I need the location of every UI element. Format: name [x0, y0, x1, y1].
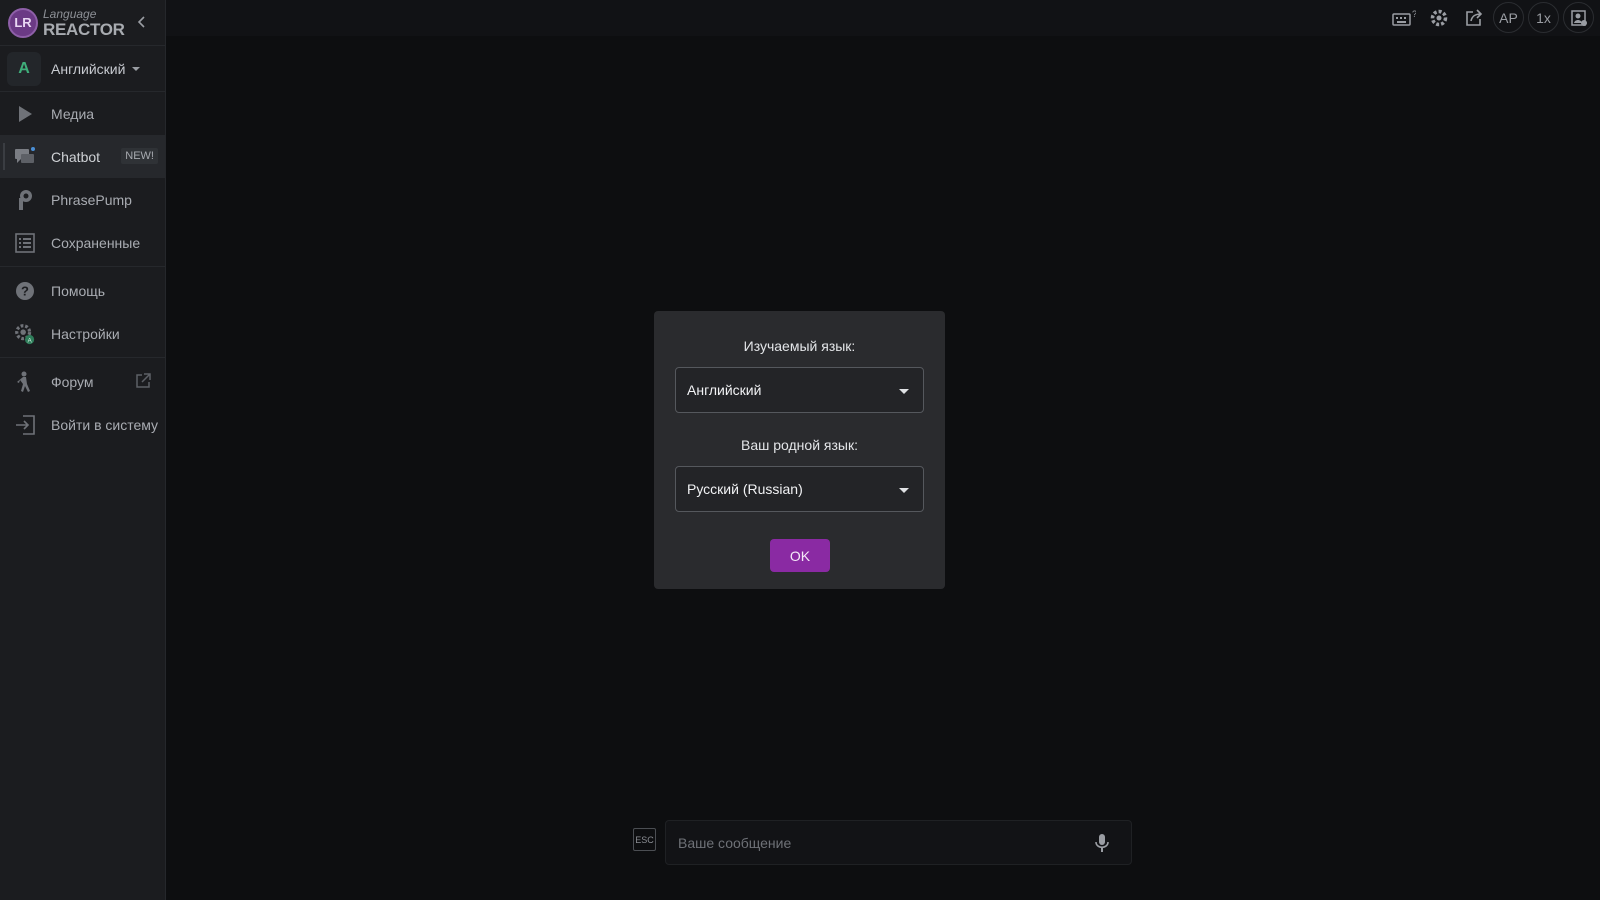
sidebar-item-label: Форум: [51, 373, 94, 390]
list-icon: [14, 232, 36, 254]
divider: [0, 266, 165, 267]
target-language-value: Английский: [687, 382, 762, 398]
logo-small-text: Language: [43, 6, 97, 21]
forum-person-icon: [14, 371, 36, 393]
message-input[interactable]: [678, 821, 1088, 864]
chevron-left-icon: [137, 16, 145, 28]
divider: [0, 357, 165, 358]
playback-speed-button[interactable]: 1x: [1528, 2, 1559, 33]
svg-text:?: ?: [1412, 9, 1416, 19]
sidebar-item-label: Настройки: [51, 325, 120, 342]
phrasepump-icon: [14, 189, 36, 211]
help-icon: ?: [14, 280, 36, 302]
message-box: [665, 820, 1132, 865]
chat-icon: [14, 146, 36, 168]
microphone-icon: [1095, 834, 1109, 852]
sidebar-item-label: Помощь: [51, 282, 106, 299]
gear-icon: [1430, 9, 1447, 26]
share-icon: [1465, 8, 1482, 26]
logo-badge: LR: [8, 7, 38, 38]
language-avatar: A: [7, 51, 41, 86]
caret-down-icon: [132, 66, 141, 71]
play-icon: [14, 103, 36, 125]
sidebar-item-label: Войти в систему: [51, 416, 159, 433]
svg-text:?: ?: [21, 283, 29, 298]
target-language-label: Изучаемый язык:: [743, 338, 856, 354]
logo-big-text: REACTOR: [43, 19, 125, 39]
sidebar-item-label: Сохраненные: [51, 234, 141, 251]
top-bar: ? AP 1x: [166, 0, 1600, 36]
profile-button[interactable]: [1563, 2, 1594, 33]
target-language-select[interactable]: Английский: [675, 367, 924, 413]
sidebar-item-chatbot[interactable]: Chatbot NEW!: [0, 135, 165, 178]
svg-text:A: A: [27, 337, 32, 344]
sidebar-item-phrasepump[interactable]: PhrasePump: [0, 178, 165, 221]
native-language-select[interactable]: Русский (Russian): [675, 466, 924, 512]
dropdown-arrow-icon: [899, 389, 909, 394]
top-toolbar: ? AP 1x: [1388, 2, 1594, 33]
sidebar-item-settings[interactable]: A Настройки: [0, 312, 165, 355]
logo-text: Language REACTOR: [43, 8, 125, 38]
new-badge: NEW!: [121, 148, 158, 164]
native-language-value: Русский (Russian): [687, 481, 803, 497]
sidebar-item-label: Chatbot: [51, 148, 101, 165]
keyboard-shortcuts-button[interactable]: ?: [1388, 2, 1419, 33]
language-name: Английский: [51, 60, 126, 77]
language-setup-dialog: Изучаемый язык: Английский Ваш родной яз…: [654, 311, 945, 589]
external-link-icon: [135, 373, 151, 392]
collapse-sidebar-button[interactable]: [133, 13, 151, 31]
logo-row: LR Language REACTOR: [0, 0, 165, 46]
sidebar-item-label: Медиа: [51, 105, 95, 122]
language-selector[interactable]: A Английский: [0, 46, 165, 92]
dropdown-arrow-icon: [899, 488, 909, 493]
esc-key-hint[interactable]: ESC: [633, 828, 656, 851]
sidebar-item-label: PhrasePump: [51, 191, 132, 208]
keyboard-help-icon: ?: [1391, 9, 1416, 26]
sidebar-item-saved[interactable]: Сохраненные: [0, 221, 165, 264]
autopause-button[interactable]: AP: [1493, 2, 1524, 33]
sidebar-item-help[interactable]: ? Помощь: [0, 269, 165, 312]
native-language-label: Ваш родной язык:: [741, 437, 858, 453]
profile-card-icon: [1570, 9, 1587, 26]
gear-icon: A: [14, 323, 36, 345]
sidebar: LR Language REACTOR A Английский Медиа C…: [0, 0, 166, 900]
sidebar-item-login[interactable]: Войти в систему: [0, 403, 165, 446]
settings-button[interactable]: [1423, 2, 1454, 33]
share-button[interactable]: [1458, 2, 1489, 33]
ok-button[interactable]: OK: [770, 539, 830, 572]
microphone-button[interactable]: [1095, 833, 1109, 858]
sidebar-item-media[interactable]: Медиа: [0, 92, 165, 135]
sidebar-item-forum[interactable]: Форум: [0, 360, 165, 403]
login-icon: [14, 414, 36, 436]
